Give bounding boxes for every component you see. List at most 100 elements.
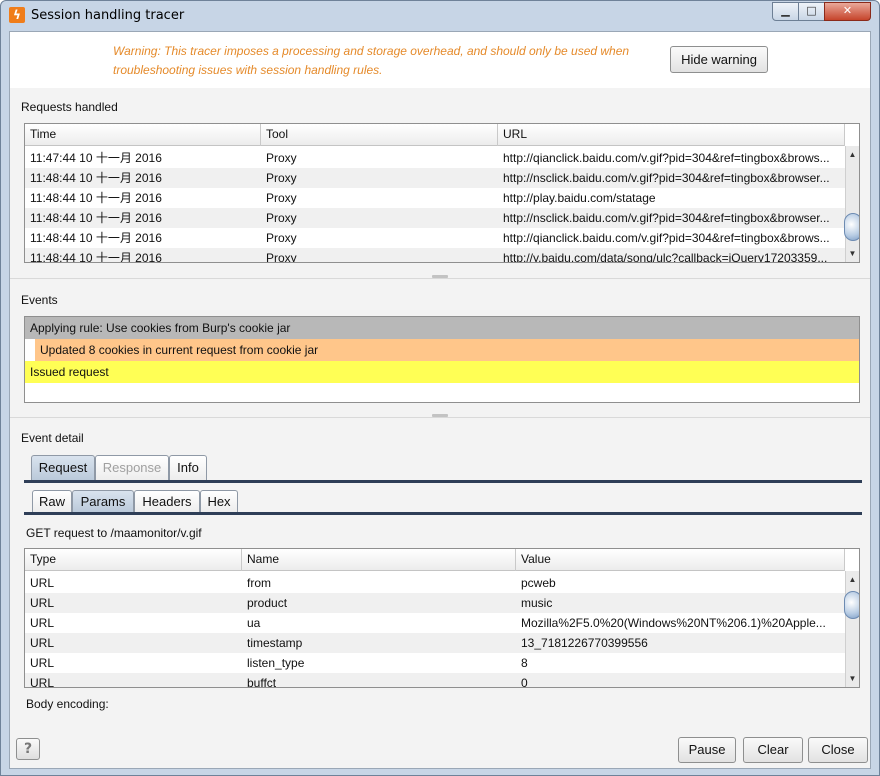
events-list[interactable]: Applying rule: Use cookies from Burp's c… bbox=[24, 316, 860, 403]
table-cell-value: 0 bbox=[521, 676, 528, 688]
divider bbox=[10, 278, 870, 279]
close-button[interactable]: Close bbox=[808, 737, 868, 763]
table-row[interactable]: 11:48:44 10 十一月 2016 Proxy http://play.bai… bbox=[25, 188, 845, 208]
table-cell-value: music bbox=[521, 596, 553, 610]
requests-table-header: Time Tool URL bbox=[25, 124, 845, 146]
table-cell-tool: Proxy bbox=[266, 211, 297, 225]
tab-response[interactable]: Response bbox=[95, 455, 169, 481]
table-cell-url: http://play.baidu.com/statage bbox=[503, 191, 656, 205]
table-cell-time: 11:48:44 10 十一月 2016 bbox=[30, 231, 162, 245]
subtab-headers[interactable]: Headers bbox=[134, 490, 200, 513]
table-cell-type: URL bbox=[30, 676, 55, 688]
window-title: Session handling tracer bbox=[31, 8, 185, 23]
event-detail-label: Event detail bbox=[21, 431, 84, 445]
table-cell-type: URL bbox=[30, 576, 55, 590]
params-table[interactable]: Type Name Value URL from pcweb URL product mu… bbox=[24, 548, 860, 688]
table-row[interactable]: 11:48:44 10 十一月 2016 Proxy http://nsclick.… bbox=[25, 168, 845, 188]
table-cell-time: 11:48:44 10 十一月 2016 bbox=[30, 251, 162, 263]
scroll-thumb[interactable] bbox=[844, 213, 859, 241]
scroll-up-icon[interactable]: ▲ bbox=[846, 148, 859, 162]
tab-underline bbox=[24, 480, 862, 483]
scroll-thumb[interactable] bbox=[844, 591, 859, 619]
table-cell-tool: Proxy bbox=[266, 151, 297, 165]
pause-button[interactable]: Pause bbox=[678, 737, 736, 763]
table-cell-value: 8 bbox=[521, 656, 528, 670]
table-cell-tool: Proxy bbox=[266, 231, 297, 245]
warning-text: Warning: This tracer imposes a processin… bbox=[113, 44, 630, 77]
table-row[interactable]: URL timestamp 13_7181226770399556 bbox=[25, 633, 845, 653]
params-scrollbar[interactable]: ▲ ▼ bbox=[844, 571, 859, 687]
event-item[interactable]: Applying rule: Use cookies from Burp's c… bbox=[25, 317, 859, 339]
table-row[interactable]: URL listen_type 8 bbox=[25, 653, 845, 673]
dialog-client-area: Warning: This tracer imposes a processin… bbox=[9, 31, 871, 769]
table-row[interactable]: URL buffct 0 bbox=[25, 673, 845, 688]
table-row[interactable]: 11:48:44 10 十一月 2016 Proxy http://y.baidu.… bbox=[25, 248, 845, 263]
warning-panel: Warning: This tracer imposes a processin… bbox=[10, 32, 870, 88]
table-cell-type: URL bbox=[30, 596, 55, 610]
divider bbox=[10, 417, 870, 418]
table-cell-time: 11:48:44 10 十一月 2016 bbox=[30, 171, 162, 185]
table-row[interactable]: 11:47:44 10 十一月 2016 Proxy http://qianclic… bbox=[25, 148, 845, 168]
table-row[interactable]: 11:48:44 10 十一月 2016 Proxy http://nsclick.… bbox=[25, 208, 845, 228]
help-button[interactable]: ? bbox=[16, 738, 40, 760]
table-cell-url: http://qianclick.baidu.com/v.gif?pid=304… bbox=[503, 231, 830, 245]
subtab-hex[interactable]: Hex bbox=[200, 490, 238, 513]
table-cell-time: 11:47:44 10 十一月 2016 bbox=[30, 151, 162, 165]
scroll-down-icon[interactable]: ▼ bbox=[846, 672, 859, 686]
table-cell-type: URL bbox=[30, 656, 55, 670]
scroll-down-icon[interactable]: ▼ bbox=[846, 247, 859, 261]
requests-handled-label: Requests handled bbox=[21, 100, 118, 114]
column-header-value[interactable]: Value bbox=[516, 549, 845, 571]
scroll-up-icon[interactable]: ▲ bbox=[846, 573, 859, 587]
tab-request[interactable]: Request bbox=[31, 455, 95, 481]
splitter-handle[interactable] bbox=[10, 274, 870, 280]
column-header-time[interactable]: Time bbox=[25, 124, 261, 146]
minimize-button[interactable]: ▁ bbox=[772, 2, 799, 21]
requests-table[interactable]: Time Tool URL 11:47:44 10 十一月 2016 Proxy h… bbox=[24, 123, 860, 263]
table-cell-type: URL bbox=[30, 616, 55, 630]
table-cell-url: http://nsclick.baidu.com/v.gif?pid=304&r… bbox=[503, 211, 830, 225]
title-bar[interactable]: ϟ Session handling tracer ▁ □ ✕ bbox=[1, 1, 879, 29]
table-cell-time: 11:48:44 10 十一月 2016 bbox=[30, 211, 162, 225]
column-header-tool[interactable]: Tool bbox=[261, 124, 498, 146]
body-encoding-label: Body encoding: bbox=[26, 697, 109, 711]
events-label: Events bbox=[21, 293, 58, 307]
table-cell-name: listen_type bbox=[247, 656, 305, 670]
table-row[interactable]: URL product music bbox=[25, 593, 845, 613]
requests-scrollbar[interactable]: ▲ ▼ bbox=[844, 146, 859, 262]
table-cell-name: ua bbox=[247, 616, 261, 630]
session-tracer-window: ϟ Session handling tracer ▁ □ ✕ Warning:… bbox=[0, 0, 880, 776]
table-cell-url: http://qianclick.baidu.com/v.gif?pid=304… bbox=[503, 151, 830, 165]
event-item[interactable]: Updated 8 cookies in current request fro… bbox=[35, 339, 859, 361]
column-header-name[interactable]: Name bbox=[242, 549, 516, 571]
hide-warning-button[interactable]: Hide warning bbox=[670, 46, 768, 73]
column-header-url[interactable]: URL bbox=[498, 124, 845, 146]
tab-info[interactable]: Info bbox=[169, 455, 207, 481]
close-window-button[interactable]: ✕ bbox=[824, 2, 871, 21]
table-row[interactable]: 11:48:44 10 十一月 2016 Proxy http://qianclic… bbox=[25, 228, 845, 248]
subtab-raw[interactable]: Raw bbox=[32, 490, 72, 513]
subtab-params[interactable]: Params bbox=[72, 490, 134, 513]
subtab-underline bbox=[24, 512, 862, 515]
table-cell-name: buffct bbox=[247, 676, 277, 688]
table-cell-url: http://y.baidu.com/data/song/ulc?callbac… bbox=[503, 251, 828, 263]
clear-button[interactable]: Clear bbox=[743, 737, 803, 763]
column-header-type[interactable]: Type bbox=[25, 549, 242, 571]
table-cell-tool: Proxy bbox=[266, 191, 297, 205]
table-row[interactable]: URL ua Mozilla%2F5.0%20(Windows%20NT%206.1… bbox=[25, 613, 845, 633]
maximize-button[interactable]: □ bbox=[798, 2, 825, 21]
table-cell-value: Mozilla%2F5.0%20(Windows%20NT%206.1)%20A… bbox=[521, 616, 826, 630]
table-cell-name: timestamp bbox=[247, 636, 303, 650]
table-cell-name: product bbox=[247, 596, 288, 610]
table-cell-time: 11:48:44 10 十一月 2016 bbox=[30, 191, 162, 205]
table-cell-tool: Proxy bbox=[266, 171, 297, 185]
table-cell-type: URL bbox=[30, 636, 55, 650]
request-line: GET request to /maamonitor/v.gif bbox=[26, 526, 202, 540]
table-row[interactable]: URL from pcweb bbox=[25, 573, 845, 593]
params-table-header: Type Name Value bbox=[25, 549, 845, 571]
splitter-handle[interactable] bbox=[10, 413, 870, 419]
table-cell-value: 13_7181226770399556 bbox=[521, 636, 648, 650]
table-cell-value: pcweb bbox=[521, 576, 556, 590]
table-cell-url: http://nsclick.baidu.com/v.gif?pid=304&r… bbox=[503, 171, 830, 185]
event-item[interactable]: Issued request bbox=[25, 361, 859, 383]
